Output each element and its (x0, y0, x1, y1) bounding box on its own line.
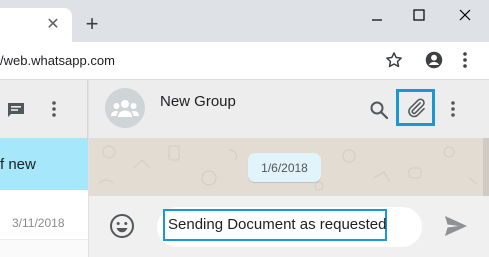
window-close-icon[interactable] (450, 4, 480, 26)
date-divider-badge: 1/6/2018 (248, 153, 321, 182)
attach-button[interactable] (396, 89, 435, 126)
url-text[interactable]: /web.whatsapp.com (0, 53, 115, 68)
tab-strip: ✕ + (0, 0, 489, 42)
star-icon[interactable] (384, 50, 404, 70)
conversation-menu-icon[interactable] (446, 99, 460, 119)
message-input[interactable]: Sending Document as requested (168, 216, 386, 233)
kebab-menu-icon[interactable] (458, 50, 472, 70)
compose-bar: Sending Document as requested (89, 196, 489, 257)
group-avatar-icon[interactable] (105, 88, 145, 128)
sidebar-header (0, 80, 88, 138)
account-icon[interactable] (423, 49, 445, 71)
chat-list: f new 3/11/2018 (0, 138, 88, 257)
tab-close-icon[interactable]: ✕ (44, 16, 62, 34)
chat-list-item[interactable]: 3/11/2018 (0, 190, 88, 240)
address-bar[interactable]: /web.whatsapp.com (0, 42, 489, 80)
maximize-icon[interactable] (404, 4, 434, 26)
browser-tab[interactable]: ✕ (0, 8, 72, 42)
chat-item-date: 3/11/2018 (12, 216, 65, 230)
paperclip-icon (407, 98, 425, 117)
message-area: 1/6/2018 (89, 138, 489, 196)
chat-list-item[interactable] (0, 240, 88, 257)
chat-list-item-active[interactable]: f new (0, 138, 88, 190)
send-icon[interactable] (443, 214, 469, 238)
message-scrollbar[interactable] (483, 138, 489, 196)
search-icon[interactable] (369, 100, 389, 120)
browser-window: ✕ + /web.whatsapp.com f new 3/11/2018 Ne… (0, 0, 489, 257)
conversation-header: New Group (89, 80, 489, 138)
emoji-icon[interactable] (108, 212, 136, 240)
conversation-title[interactable]: New Group (160, 93, 236, 110)
minimize-icon[interactable] (362, 4, 392, 26)
chat-icon[interactable] (6, 100, 26, 120)
chat-item-name: f new (0, 156, 36, 173)
sidebar-menu-icon[interactable] (47, 99, 61, 119)
whatsapp-app: f new 3/11/2018 New Group 1/6/2018 Sendi… (0, 80, 489, 257)
new-tab-plus-icon[interactable]: + (82, 13, 102, 35)
